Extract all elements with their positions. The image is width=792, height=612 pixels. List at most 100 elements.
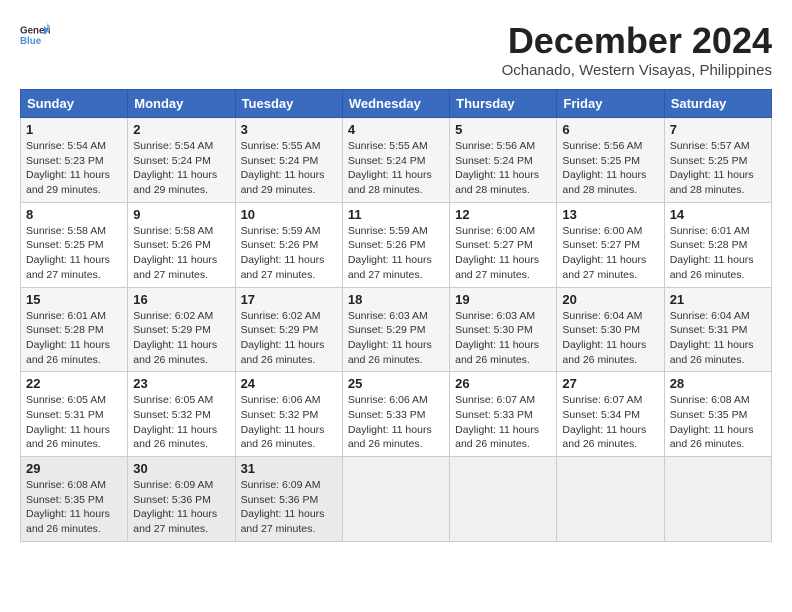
day-number: 9: [133, 207, 229, 222]
table-row: 18 Sunrise: 6:03 AM Sunset: 5:29 PM Dayli…: [342, 287, 449, 372]
header-tuesday: Tuesday: [235, 90, 342, 118]
day-number: 19: [455, 292, 551, 307]
table-row: 27 Sunrise: 6:07 AM Sunset: 5:34 PM Dayli…: [557, 372, 664, 457]
day-detail: Sunrise: 5:59 AM Sunset: 5:26 PM Dayligh…: [241, 224, 337, 283]
day-detail: Sunrise: 6:04 AM Sunset: 5:30 PM Dayligh…: [562, 309, 658, 368]
day-number: 29: [26, 461, 122, 476]
day-detail: Sunrise: 6:04 AM Sunset: 5:31 PM Dayligh…: [670, 309, 766, 368]
logo-icon: General Blue: [20, 20, 50, 50]
day-number: 6: [562, 122, 658, 137]
day-detail: Sunrise: 6:06 AM Sunset: 5:32 PM Dayligh…: [241, 393, 337, 452]
day-detail: Sunrise: 6:05 AM Sunset: 5:31 PM Dayligh…: [26, 393, 122, 452]
day-number: 22: [26, 376, 122, 391]
header-row: Sunday Monday Tuesday Wednesday Thursday…: [21, 90, 772, 118]
day-detail: Sunrise: 6:07 AM Sunset: 5:33 PM Dayligh…: [455, 393, 551, 452]
table-row: 6 Sunrise: 5:56 AM Sunset: 5:25 PM Daylig…: [557, 118, 664, 203]
day-detail: Sunrise: 6:08 AM Sunset: 5:35 PM Dayligh…: [670, 393, 766, 452]
day-number: 27: [562, 376, 658, 391]
table-row: 3 Sunrise: 5:55 AM Sunset: 5:24 PM Daylig…: [235, 118, 342, 203]
calendar-week-row: 8Sunrise: 5:58 AM Sunset: 5:25 PM Daylig…: [21, 202, 772, 287]
day-detail: Sunrise: 5:59 AM Sunset: 5:26 PM Dayligh…: [348, 224, 444, 283]
day-number: 1: [26, 122, 122, 137]
month-year-title: December 2024: [502, 20, 772, 62]
header-saturday: Saturday: [664, 90, 771, 118]
table-row: 30 Sunrise: 6:09 AM Sunset: 5:36 PM Dayli…: [128, 457, 235, 542]
header-monday: Monday: [128, 90, 235, 118]
table-row: 9 Sunrise: 5:58 AM Sunset: 5:26 PM Daylig…: [128, 202, 235, 287]
table-row: 13 Sunrise: 6:00 AM Sunset: 5:27 PM Dayli…: [557, 202, 664, 287]
table-row: 8Sunrise: 5:58 AM Sunset: 5:25 PM Daylig…: [21, 202, 128, 287]
header-sunday: Sunday: [21, 90, 128, 118]
day-detail: Sunrise: 5:57 AM Sunset: 5:25 PM Dayligh…: [670, 139, 766, 198]
svg-text:Blue: Blue: [20, 36, 42, 47]
table-row: 28 Sunrise: 6:08 AM Sunset: 5:35 PM Dayli…: [664, 372, 771, 457]
table-row: 15Sunrise: 6:01 AM Sunset: 5:28 PM Dayli…: [21, 287, 128, 372]
day-number: 26: [455, 376, 551, 391]
day-detail: Sunrise: 6:07 AM Sunset: 5:34 PM Dayligh…: [562, 393, 658, 452]
day-number: 28: [670, 376, 766, 391]
day-detail: Sunrise: 5:56 AM Sunset: 5:24 PM Dayligh…: [455, 139, 551, 198]
day-number: 10: [241, 207, 337, 222]
table-row: [450, 457, 557, 542]
day-detail: Sunrise: 5:55 AM Sunset: 5:24 PM Dayligh…: [348, 139, 444, 198]
day-detail: Sunrise: 6:00 AM Sunset: 5:27 PM Dayligh…: [562, 224, 658, 283]
calendar-week-row: 15Sunrise: 6:01 AM Sunset: 5:28 PM Dayli…: [21, 287, 772, 372]
table-row: 4Sunrise: 5:55 AM Sunset: 5:24 PM Daylig…: [342, 118, 449, 203]
table-row: 11Sunrise: 5:59 AM Sunset: 5:26 PM Dayli…: [342, 202, 449, 287]
table-row: 20 Sunrise: 6:04 AM Sunset: 5:30 PM Dayli…: [557, 287, 664, 372]
table-row: 26 Sunrise: 6:07 AM Sunset: 5:33 PM Dayli…: [450, 372, 557, 457]
day-detail: Sunrise: 5:56 AM Sunset: 5:25 PM Dayligh…: [562, 139, 658, 198]
table-row: 14 Sunrise: 6:01 AM Sunset: 5:28 PM Dayli…: [664, 202, 771, 287]
day-number: 12: [455, 207, 551, 222]
table-row: 19 Sunrise: 6:03 AM Sunset: 5:30 PM Dayli…: [450, 287, 557, 372]
day-detail: Sunrise: 5:55 AM Sunset: 5:24 PM Dayligh…: [241, 139, 337, 198]
day-detail: Sunrise: 5:54 AM Sunset: 5:23 PM Dayligh…: [26, 139, 122, 198]
day-number: 8: [26, 207, 122, 222]
table-row: 5Sunrise: 5:56 AM Sunset: 5:24 PM Daylig…: [450, 118, 557, 203]
day-number: 30: [133, 461, 229, 476]
day-number: 3: [241, 122, 337, 137]
table-row: 10 Sunrise: 5:59 AM Sunset: 5:26 PM Dayli…: [235, 202, 342, 287]
title-block: December 2024 Ochanado, Western Visayas,…: [502, 20, 772, 79]
day-detail: Sunrise: 6:03 AM Sunset: 5:29 PM Dayligh…: [348, 309, 444, 368]
day-detail: Sunrise: 6:01 AM Sunset: 5:28 PM Dayligh…: [26, 309, 122, 368]
calendar-table: Sunday Monday Tuesday Wednesday Thursday…: [20, 89, 772, 542]
calendar-week-row: 29 Sunrise: 6:08 AM Sunset: 5:35 PM Dayli…: [21, 457, 772, 542]
header-thursday: Thursday: [450, 90, 557, 118]
table-row: 16Sunrise: 6:02 AM Sunset: 5:29 PM Dayli…: [128, 287, 235, 372]
table-row: 29 Sunrise: 6:08 AM Sunset: 5:35 PM Dayli…: [21, 457, 128, 542]
table-row: 24 Sunrise: 6:06 AM Sunset: 5:32 PM Dayli…: [235, 372, 342, 457]
day-detail: Sunrise: 6:05 AM Sunset: 5:32 PM Dayligh…: [133, 393, 229, 452]
day-detail: Sunrise: 6:03 AM Sunset: 5:30 PM Dayligh…: [455, 309, 551, 368]
day-number: 17: [241, 292, 337, 307]
table-row: 23Sunrise: 6:05 AM Sunset: 5:32 PM Dayli…: [128, 372, 235, 457]
day-number: 24: [241, 376, 337, 391]
calendar-week-row: 1 Sunrise: 5:54 AM Sunset: 5:23 PM Daylig…: [21, 118, 772, 203]
day-detail: Sunrise: 6:09 AM Sunset: 5:36 PM Dayligh…: [133, 478, 229, 537]
day-detail: Sunrise: 6:01 AM Sunset: 5:28 PM Dayligh…: [670, 224, 766, 283]
header-friday: Friday: [557, 90, 664, 118]
day-detail: Sunrise: 6:06 AM Sunset: 5:33 PM Dayligh…: [348, 393, 444, 452]
day-number: 20: [562, 292, 658, 307]
day-number: 18: [348, 292, 444, 307]
day-number: 14: [670, 207, 766, 222]
calendar-header: Sunday Monday Tuesday Wednesday Thursday…: [21, 90, 772, 118]
table-row: 7Sunrise: 5:57 AM Sunset: 5:25 PM Daylig…: [664, 118, 771, 203]
day-detail: Sunrise: 5:58 AM Sunset: 5:26 PM Dayligh…: [133, 224, 229, 283]
page-header: General Blue December 2024 Ochanado, Wes…: [20, 20, 772, 79]
day-detail: Sunrise: 5:54 AM Sunset: 5:24 PM Dayligh…: [133, 139, 229, 198]
day-number: 21: [670, 292, 766, 307]
table-row: 12Sunrise: 6:00 AM Sunset: 5:27 PM Dayli…: [450, 202, 557, 287]
table-row: 1 Sunrise: 5:54 AM Sunset: 5:23 PM Daylig…: [21, 118, 128, 203]
table-row: 2Sunrise: 5:54 AM Sunset: 5:24 PM Daylig…: [128, 118, 235, 203]
table-row: 21 Sunrise: 6:04 AM Sunset: 5:31 PM Dayli…: [664, 287, 771, 372]
day-number: 13: [562, 207, 658, 222]
calendar-body: 1 Sunrise: 5:54 AM Sunset: 5:23 PM Daylig…: [21, 118, 772, 542]
location-subtitle: Ochanado, Western Visayas, Philippines: [502, 62, 772, 79]
table-row: [557, 457, 664, 542]
logo: General Blue: [20, 20, 50, 50]
day-detail: Sunrise: 6:08 AM Sunset: 5:35 PM Dayligh…: [26, 478, 122, 537]
table-row: [664, 457, 771, 542]
table-row: 22 Sunrise: 6:05 AM Sunset: 5:31 PM Dayli…: [21, 372, 128, 457]
day-detail: Sunrise: 6:09 AM Sunset: 5:36 PM Dayligh…: [241, 478, 337, 537]
